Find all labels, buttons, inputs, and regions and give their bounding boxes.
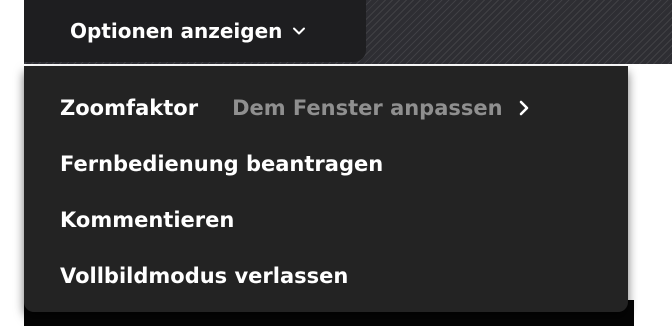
screen: Optionen anzeigen Zoomfaktor Dem Fenster… [0, 0, 672, 326]
zoom-label: Zoomfaktor [60, 96, 199, 120]
show-options-label: Optionen anzeigen [70, 19, 283, 43]
chevron-down-icon [293, 27, 306, 35]
show-options-button[interactable]: Optionen anzeigen [24, 0, 366, 62]
menu-item-annotate[interactable]: Kommentieren [24, 192, 628, 248]
chevron-right-icon [519, 100, 528, 116]
annotate-label: Kommentieren [60, 208, 235, 232]
exit-fullscreen-label: Vollbildmodus verlassen [60, 264, 349, 288]
zoom-value: Dem Fenster anpassen [232, 96, 503, 120]
menu-item-request-remote-control[interactable]: Fernbedienung beantragen [24, 136, 628, 192]
menu-item-exit-fullscreen[interactable]: Vollbildmodus verlassen [24, 248, 628, 304]
request-remote-control-label: Fernbedienung beantragen [60, 152, 384, 176]
options-menu: Zoomfaktor Dem Fenster anpassen Fernbedi… [24, 66, 628, 312]
menu-item-zoom[interactable]: Zoomfaktor Dem Fenster anpassen [24, 80, 628, 136]
